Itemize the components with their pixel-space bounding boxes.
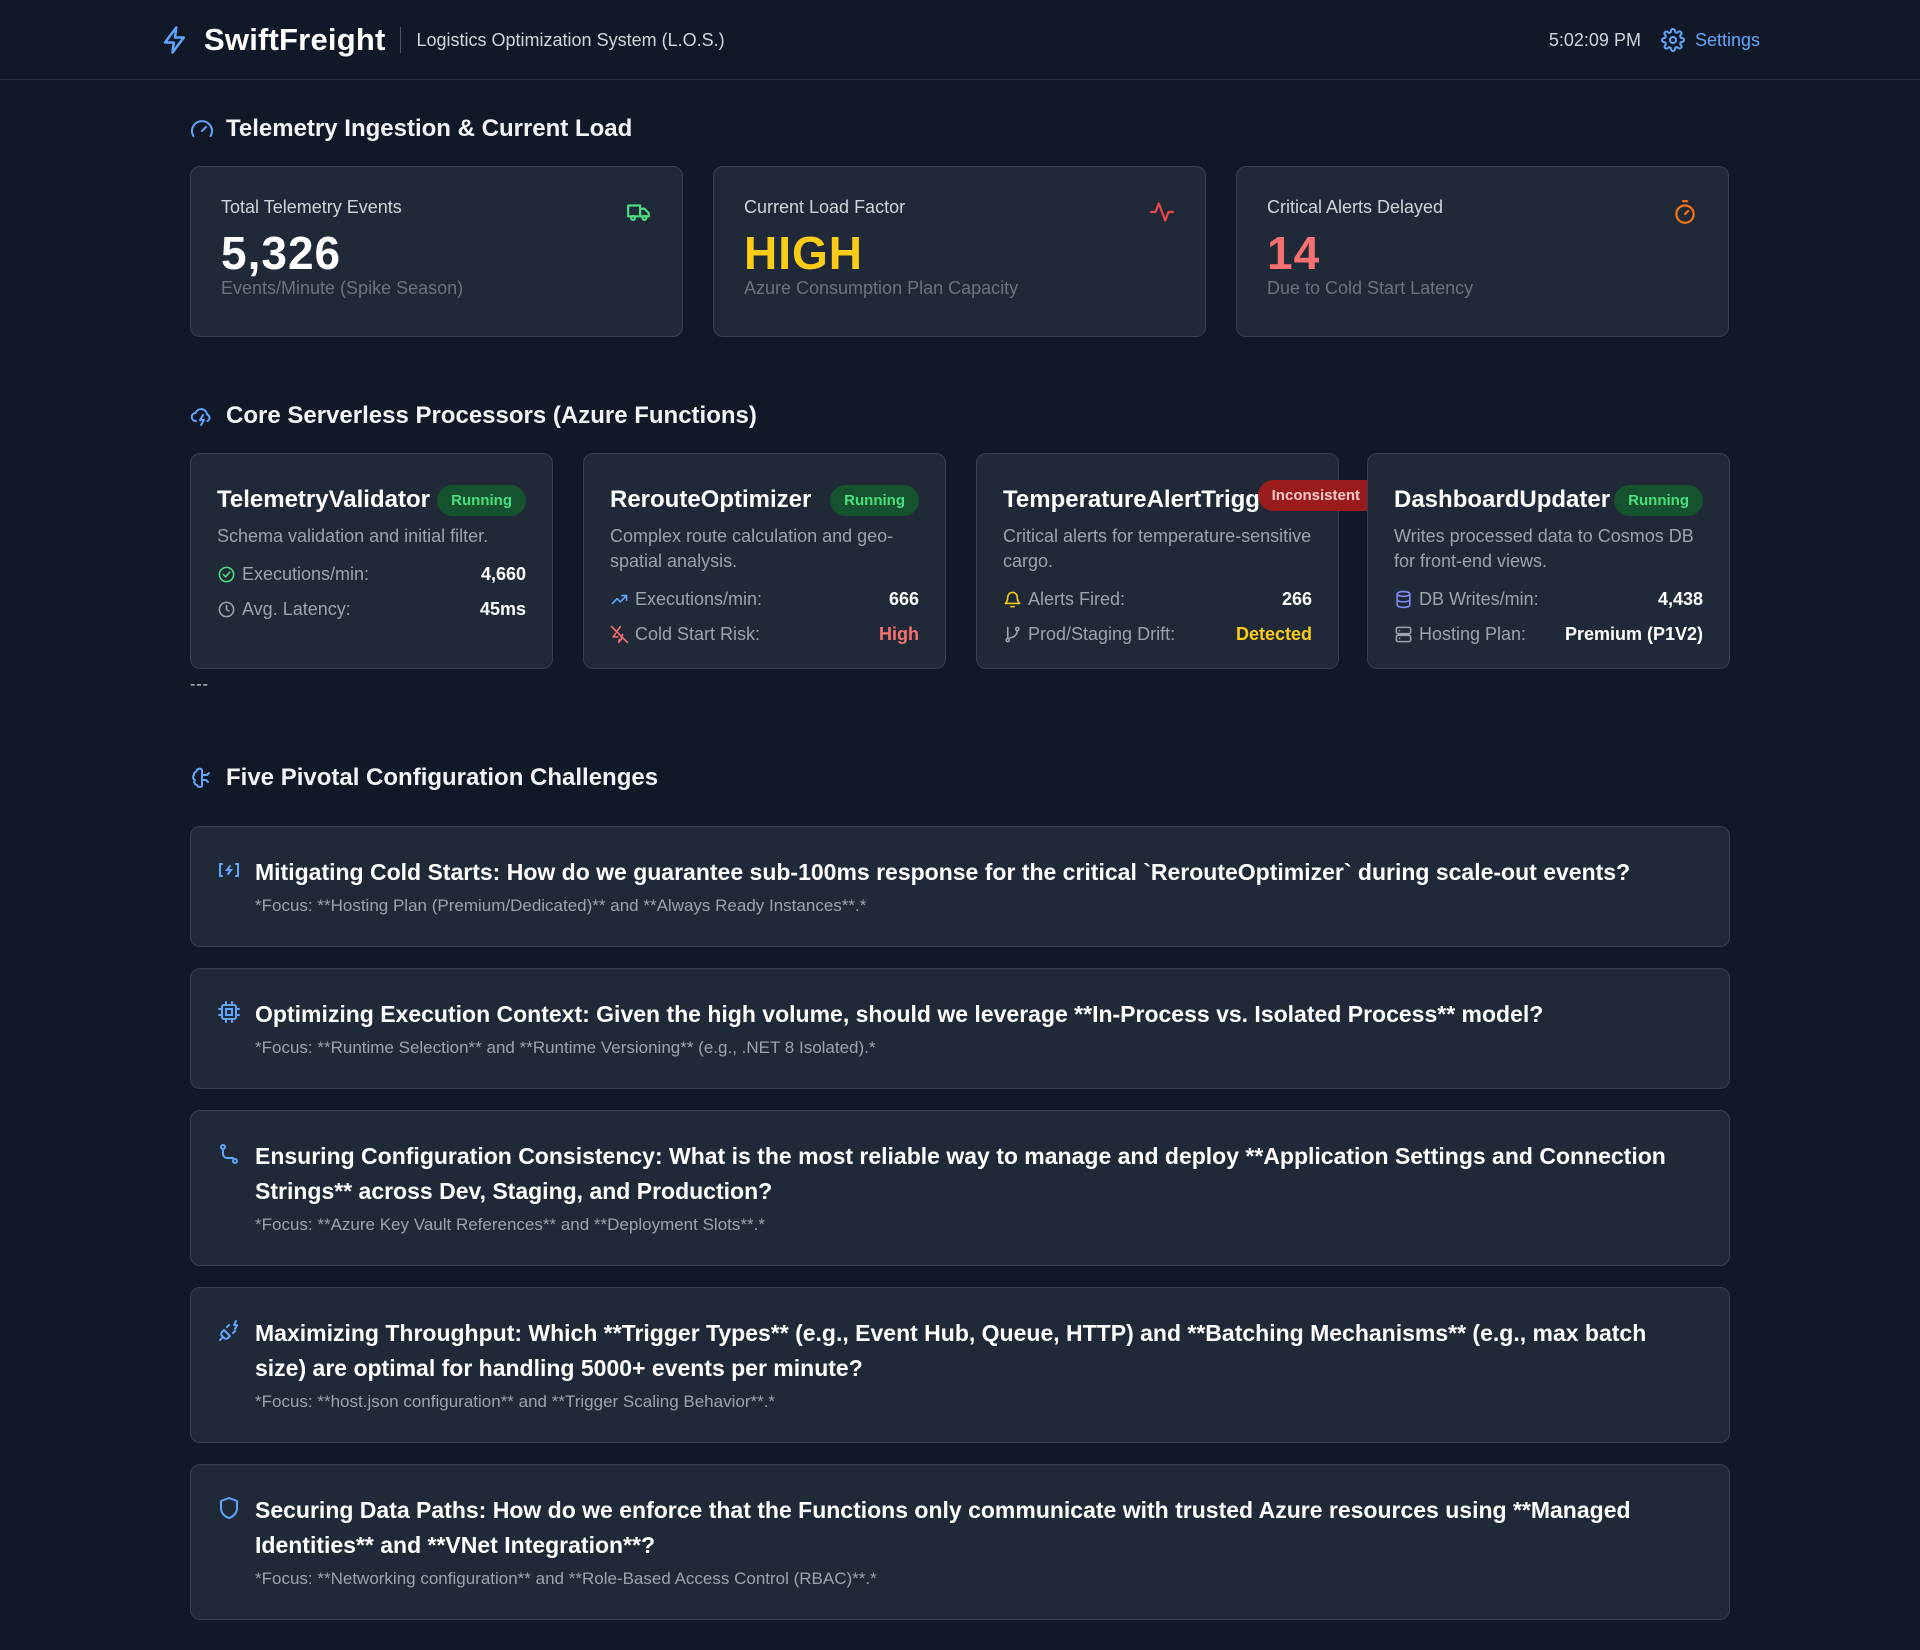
function-name: RerouteOptimizer <box>610 486 812 513</box>
database-icon <box>1396 590 1411 609</box>
function-name: TemperatureAlertTrigger <box>1003 486 1283 513</box>
brand-separator <box>399 27 401 53</box>
metric-row: Executions/min: 4,660 <box>217 557 526 592</box>
function-card-temperaturealerttrigger[interactable]: TemperatureAlertTrigger Inconsistent Cri… <box>976 453 1372 669</box>
check-circle-icon <box>218 566 235 583</box>
clock: 5:02:09 PM <box>1548 29 1641 50</box>
brand: SwiftFreight Logistics Optimization Syst… <box>160 20 725 60</box>
challenge-card-cold-starts[interactable]: Mitigating Cold Starts: How do we guaran… <box>190 826 1730 947</box>
gauge-icon <box>191 120 213 137</box>
function-description: Complex route calculation and geo-spatia… <box>610 526 894 571</box>
function-card-dashboardupdater[interactable]: DashboardUpdater Running Writes processe… <box>1367 453 1730 669</box>
settings-button[interactable]: Settings <box>1660 28 1760 52</box>
challenges-title: Five Pivotal Configuration Challenges <box>190 761 1730 795</box>
activity-icon <box>1150 202 1174 222</box>
challenge-card-data-paths[interactable]: Securing Data Paths: How do we enforce t… <box>190 1464 1730 1620</box>
brand-name: SwiftFreight <box>204 22 386 57</box>
status-badge: Running <box>1614 484 1703 516</box>
stat-card-total-events: Total Telemetry Events 5,326 Events/Minu… <box>190 166 683 337</box>
metric-row: Prod/Staging Drift: Detected <box>1003 617 1312 652</box>
metric-row: Cold Start Risk: High <box>610 617 919 652</box>
function-description: Critical alerts for temperature-sensitiv… <box>1003 526 1312 571</box>
trending-up-icon <box>611 594 628 605</box>
metric-row: Alerts Fired: 266 <box>1003 582 1312 617</box>
route-icon <box>220 1144 238 1164</box>
cpu-icon <box>218 1001 240 1023</box>
metric-row: Avg. Latency: 45ms <box>217 592 526 627</box>
git-branch-icon <box>1005 626 1020 643</box>
stat-value: HIGH <box>744 227 863 279</box>
telemetry-section: Telemetry Ingestion & Current Load <box>190 112 1730 146</box>
function-name: TelemetryValidator <box>217 486 430 513</box>
shield-icon <box>220 1497 238 1519</box>
challenges-section: Five Pivotal Configuration Challenges <box>190 761 1730 795</box>
challenge-card-throughput[interactable]: Maximizing Throughput: Which **Trigger T… <box>190 1287 1730 1443</box>
metric-row: Hosting Plan: Premium (P1V2) <box>1394 617 1703 652</box>
function-card-rerouteoptimizer[interactable]: RerouteOptimizer Running Complex route c… <box>583 453 946 669</box>
function-description: Schema validation and initial filter. <box>217 526 489 546</box>
bell-icon <box>1004 591 1021 608</box>
settings-label: Settings <box>1694 29 1760 50</box>
brain-icon <box>192 767 210 788</box>
clock-icon <box>218 601 235 618</box>
status-badge: Inconsistent <box>1257 480 1372 511</box>
status-badge: Running <box>830 484 919 516</box>
challenge-card-execution-context[interactable]: Optimizing Execution Context: Given the … <box>190 968 1730 1089</box>
brand-subtitle: Logistics Optimization System (L.O.S.) <box>416 29 725 50</box>
server-icon <box>1395 626 1412 643</box>
top-bar: SwiftFreight Logistics Optimization Syst… <box>0 0 1920 80</box>
processors-section: Core Serverless Processors (Azure Functi… <box>190 399 1730 433</box>
function-description: Writes processed data to Cosmos DB for f… <box>1394 526 1694 571</box>
processors-title: Core Serverless Processors (Azure Functi… <box>190 399 1730 433</box>
metric-row: DB Writes/min: 4,438 <box>1394 582 1703 617</box>
stat-card-load-factor: Current Load Factor HIGH Azure Consumpti… <box>713 166 1206 337</box>
header-right: 5:02:09 PM Settings <box>1549 20 1760 60</box>
truck-icon <box>627 204 650 221</box>
gear-icon <box>1660 28 1685 52</box>
zap-off-icon <box>610 625 629 644</box>
telemetry-title: Telemetry Ingestion & Current Load <box>190 112 1730 146</box>
cloud-lightning-icon <box>190 408 211 426</box>
function-card-telemetryvalidator[interactable]: TelemetryValidator Running Schema valida… <box>190 453 553 669</box>
challenge-card-configuration-consistency[interactable]: Ensuring Configuration Consistency: What… <box>190 1110 1730 1266</box>
metric-row: Executions/min: 666 <box>610 582 919 617</box>
status-badge: Running <box>437 484 526 516</box>
stat-value: 5,326 <box>221 227 342 279</box>
power-bracket-icon <box>219 863 239 877</box>
timer-icon <box>1675 200 1695 224</box>
plug-zap-icon <box>219 1320 238 1341</box>
stat-card-alerts-delayed: Critical Alerts Delayed 14 Due to Cold S… <box>1236 166 1729 337</box>
stat-value: 14 <box>1267 227 1321 279</box>
lightning-icon <box>163 26 185 54</box>
function-name: DashboardUpdater <box>1394 486 1611 513</box>
section-divider: --- <box>190 676 209 693</box>
